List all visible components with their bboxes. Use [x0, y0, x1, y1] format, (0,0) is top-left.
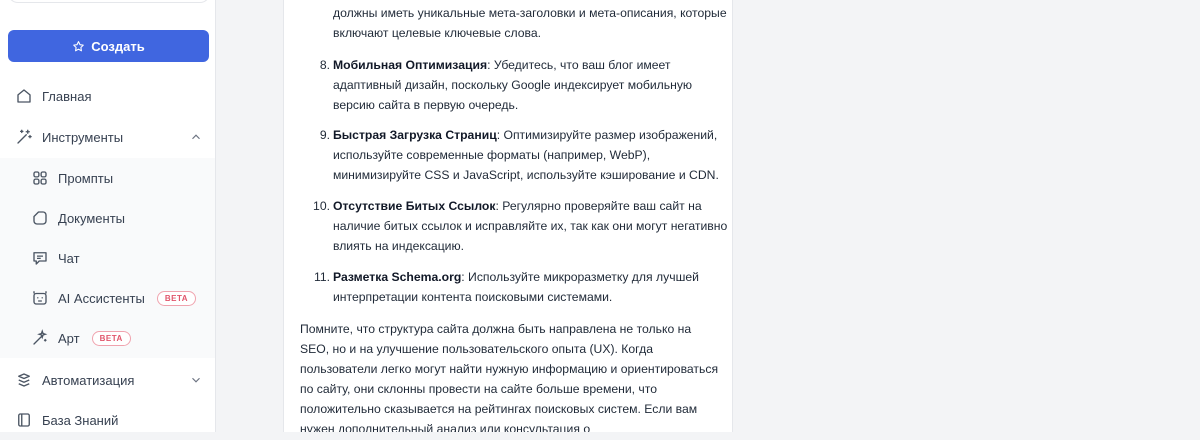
sidebar-item-prompts[interactable]: Промпты — [0, 158, 215, 198]
closing-paragraph: Помните, что структура сайта должна быть… — [300, 322, 719, 432]
sidebar-item-label: База Знаний — [42, 412, 119, 428]
list-item-body: Мобильная Оптимизация: Убедитесь, что ва… — [333, 55, 728, 115]
book-icon — [15, 411, 33, 429]
sidebar-item-tools[interactable]: Инструменты — [0, 117, 215, 157]
list-number: 8. — [319, 58, 330, 72]
chevron-down-icon[interactable] — [189, 373, 203, 387]
list-item-body: Быстрая Загрузка Страниц: Оптимизируйте … — [333, 125, 728, 185]
sidebar: Создать Главная Инструменты Промпты Доку… — [0, 0, 216, 432]
sidebar-item-chat[interactable]: Чат — [0, 238, 215, 278]
sidebar-item-label: Промпты — [58, 170, 114, 186]
sidebar-item-home[interactable]: Главная — [0, 76, 215, 116]
document-icon — [31, 209, 49, 227]
sidebar-item-label: Инструменты — [42, 129, 124, 145]
home-icon — [15, 87, 33, 105]
list-item-title: Мобильная Оптимизация — [333, 58, 488, 72]
magic-wand-icon — [31, 329, 49, 347]
sidebar-item-label: Документы — [58, 210, 126, 226]
list-number: 11. — [313, 270, 330, 284]
sidebar-item-art[interactable]: Арт BETA — [0, 318, 215, 358]
sidebar-item-automation[interactable]: Автоматизация — [0, 360, 215, 400]
document-content: должны иметь уникальные мета-заголовки и… — [283, 0, 733, 432]
list-number: 9. — [319, 128, 330, 142]
search-input[interactable] — [8, 0, 210, 3]
sidebar-item-ai-assistants[interactable]: AI Ассистенты BETA — [0, 278, 215, 318]
sidebar-item-label: Главная — [42, 88, 92, 104]
list-item-body: Разметка Schema.org: Используйте микрора… — [333, 267, 728, 307]
sidebar-item-label: Чат — [58, 250, 80, 266]
list-item-text: должны иметь уникальные мета-заголовки и… — [333, 6, 727, 40]
create-button[interactable]: Создать — [8, 30, 209, 62]
chat-icon — [31, 249, 49, 267]
wand-icon — [15, 128, 33, 146]
beta-badge: BETA — [156, 290, 197, 306]
sidebar-item-label: Арт — [58, 330, 80, 346]
list-item-title: Отсутствие Битых Ссылок — [333, 199, 496, 213]
sidebar-item-documents[interactable]: Документы — [0, 198, 215, 238]
list-item-body: Отсутствие Битых Ссылок: Регулярно прове… — [333, 196, 728, 256]
sidebar-item-label: AI Ассистенты — [58, 290, 145, 306]
sidebar-item-label: Автоматизация — [42, 372, 135, 388]
list-number: 10. — [313, 199, 330, 213]
star-icon — [73, 40, 85, 51]
chevron-up-icon[interactable] — [189, 130, 203, 144]
grid-icon — [31, 169, 49, 187]
list-item-title: Разметка Schema.org — [333, 270, 462, 284]
list-item-title: Быстрая Загрузка Страниц — [333, 128, 497, 142]
sidebar-item-knowledge-base[interactable]: База Знаний — [0, 400, 215, 440]
automation-icon — [15, 371, 33, 389]
beta-badge: BETA — [91, 330, 131, 346]
robot-icon — [31, 289, 49, 307]
create-button-label: Создать — [91, 38, 145, 54]
